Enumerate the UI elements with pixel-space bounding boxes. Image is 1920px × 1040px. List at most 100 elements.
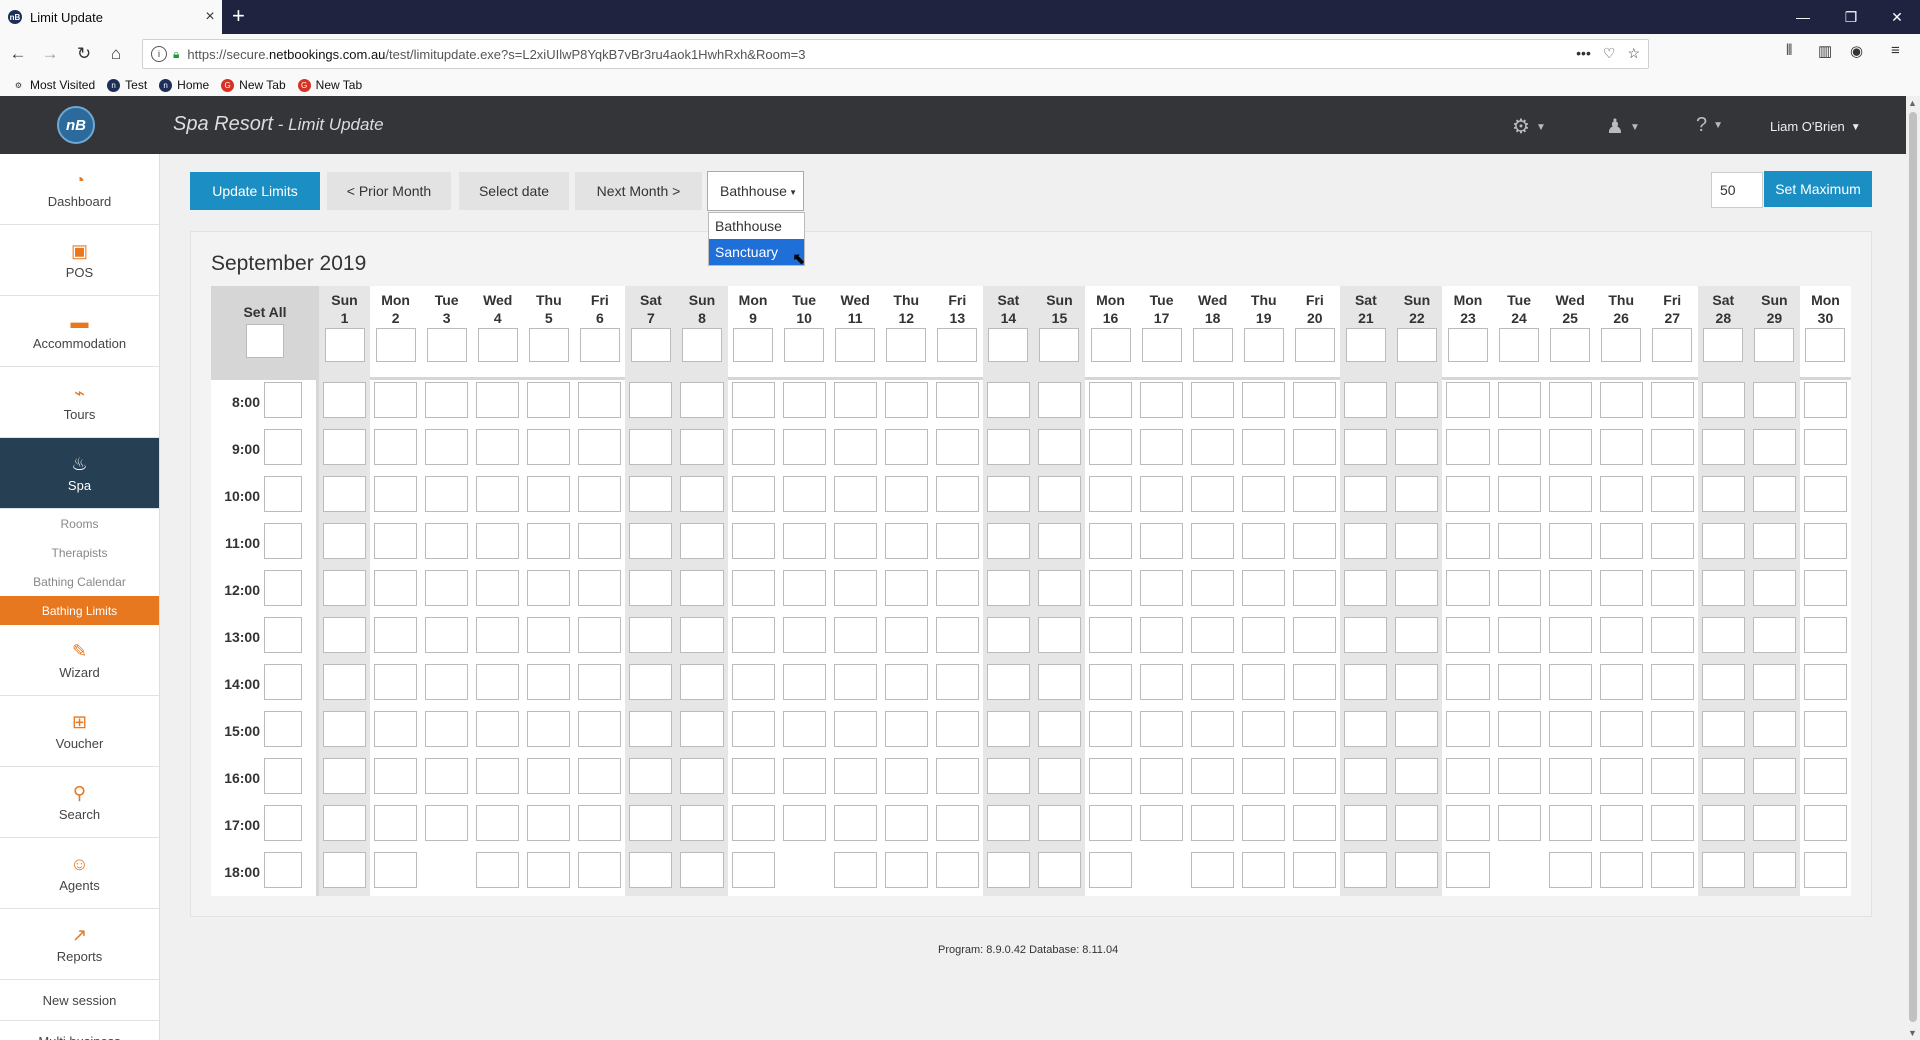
limit-cell-input[interactable]: [629, 805, 673, 841]
bookmark-new-tab-2[interactable]: G New Tab: [297, 78, 362, 92]
limit-cell-input[interactable]: [731, 664, 775, 700]
limit-cell-input[interactable]: [578, 382, 622, 418]
limit-cell-input[interactable]: [833, 570, 877, 606]
limit-cell-input[interactable]: [1191, 711, 1235, 747]
limit-cell-input[interactable]: [935, 805, 979, 841]
limit-cell-input[interactable]: [1701, 664, 1745, 700]
limit-cell-input[interactable]: [374, 664, 418, 700]
limit-cell-input[interactable]: [1089, 476, 1133, 512]
limit-cell-input[interactable]: [1599, 429, 1643, 465]
limit-cell-input[interactable]: [986, 570, 1030, 606]
limit-cell-input[interactable]: [680, 617, 724, 653]
limit-cell-input[interactable]: [374, 570, 418, 606]
limit-cell-input[interactable]: [1446, 711, 1490, 747]
limit-cell-input[interactable]: [1037, 617, 1081, 653]
limit-cell-input[interactable]: [1191, 805, 1235, 841]
sidebar-subitem-therapists[interactable]: Therapists: [0, 538, 159, 567]
limit-cell-input[interactable]: [1752, 758, 1796, 794]
limit-cell-input[interactable]: [1191, 758, 1235, 794]
sidebar-item-spa[interactable]: ♨ Spa: [0, 438, 159, 509]
limit-cell-input[interactable]: [578, 523, 622, 559]
limit-cell-input[interactable]: [833, 382, 877, 418]
limit-cell-input[interactable]: [986, 382, 1030, 418]
limit-cell-input[interactable]: [1701, 570, 1745, 606]
limit-cell-input[interactable]: [578, 852, 622, 888]
day-column-input[interactable]: [1345, 328, 1386, 362]
limit-cell-input[interactable]: [1701, 429, 1745, 465]
limit-cell-input[interactable]: [935, 711, 979, 747]
limit-cell-input[interactable]: [1548, 570, 1592, 606]
limit-cell-input[interactable]: [1701, 617, 1745, 653]
limit-cell-input[interactable]: [884, 617, 928, 653]
limit-cell-input[interactable]: [1395, 476, 1439, 512]
limit-cell-input[interactable]: [1446, 852, 1490, 888]
limit-cell-input[interactable]: [1446, 523, 1490, 559]
user-role-icon[interactable]: ♟ ▼: [1606, 114, 1640, 139]
max-limit-input[interactable]: 50: [1711, 172, 1763, 208]
limit-cell-input[interactable]: [1344, 476, 1388, 512]
limit-cell-input[interactable]: [833, 805, 877, 841]
limit-cell-input[interactable]: [1650, 523, 1694, 559]
limit-cell-input[interactable]: [1395, 523, 1439, 559]
menu-icon[interactable]: ≡: [1891, 42, 1900, 59]
limit-cell-input[interactable]: [1089, 711, 1133, 747]
day-column-input[interactable]: [1499, 328, 1540, 362]
limit-cell-input[interactable]: [1293, 805, 1337, 841]
limit-cell-input[interactable]: [476, 664, 520, 700]
limit-cell-input[interactable]: [833, 429, 877, 465]
limit-cell-input[interactable]: [1140, 664, 1184, 700]
limit-cell-input[interactable]: [1089, 664, 1133, 700]
library-icon[interactable]: ⫴: [1786, 42, 1792, 59]
limit-cell-input[interactable]: [1548, 711, 1592, 747]
time-row-input[interactable]: [264, 476, 302, 512]
close-window-icon[interactable]: ✕: [1874, 0, 1920, 34]
limit-cell-input[interactable]: [1803, 476, 1847, 512]
limit-cell-input[interactable]: [323, 382, 367, 418]
limit-cell-input[interactable]: [1242, 476, 1286, 512]
limit-cell-input[interactable]: [1497, 711, 1541, 747]
limit-cell-input[interactable]: [1242, 758, 1286, 794]
time-row-input[interactable]: [264, 805, 302, 841]
limit-cell-input[interactable]: [425, 711, 469, 747]
limit-cell-input[interactable]: [1803, 523, 1847, 559]
limit-cell-input[interactable]: [476, 382, 520, 418]
room-option-bathhouse[interactable]: Bathhouse: [709, 213, 804, 239]
limit-cell-input[interactable]: [986, 711, 1030, 747]
time-row-input[interactable]: [264, 382, 302, 418]
limit-cell-input[interactable]: [629, 476, 673, 512]
limit-cell-input[interactable]: [1140, 429, 1184, 465]
limit-cell-input[interactable]: [527, 617, 571, 653]
limit-cell-input[interactable]: [1752, 382, 1796, 418]
time-row-input[interactable]: [264, 523, 302, 559]
time-row-input[interactable]: [264, 429, 302, 465]
limit-cell-input[interactable]: [1701, 476, 1745, 512]
limit-cell-input[interactable]: [1089, 617, 1133, 653]
limit-cell-input[interactable]: [1395, 664, 1439, 700]
forward-icon[interactable]: →: [38, 42, 62, 66]
limit-cell-input[interactable]: [833, 476, 877, 512]
day-column-input[interactable]: [835, 328, 876, 362]
limit-cell-input[interactable]: [1242, 523, 1286, 559]
limit-cell-input[interactable]: [476, 523, 520, 559]
limit-cell-input[interactable]: [1599, 523, 1643, 559]
limit-cell-input[interactable]: [1752, 429, 1796, 465]
limit-cell-input[interactable]: [935, 476, 979, 512]
limit-cell-input[interactable]: [986, 852, 1030, 888]
limit-cell-input[interactable]: [731, 758, 775, 794]
limit-cell-input[interactable]: [935, 664, 979, 700]
limit-cell-input[interactable]: [1395, 852, 1439, 888]
limit-cell-input[interactable]: [1242, 617, 1286, 653]
limit-cell-input[interactable]: [680, 852, 724, 888]
limit-cell-input[interactable]: [323, 523, 367, 559]
limit-cell-input[interactable]: [1293, 758, 1337, 794]
limit-cell-input[interactable]: [1599, 852, 1643, 888]
time-row-input[interactable]: [264, 852, 302, 888]
limit-cell-input[interactable]: [629, 429, 673, 465]
limit-cell-input[interactable]: [1650, 476, 1694, 512]
limit-cell-input[interactable]: [782, 711, 826, 747]
limit-cell-input[interactable]: [578, 758, 622, 794]
limit-cell-input[interactable]: [1191, 852, 1235, 888]
limit-cell-input[interactable]: [884, 429, 928, 465]
limit-cell-input[interactable]: [1242, 805, 1286, 841]
bookmark-new-tab-1[interactable]: G New Tab: [221, 78, 286, 92]
